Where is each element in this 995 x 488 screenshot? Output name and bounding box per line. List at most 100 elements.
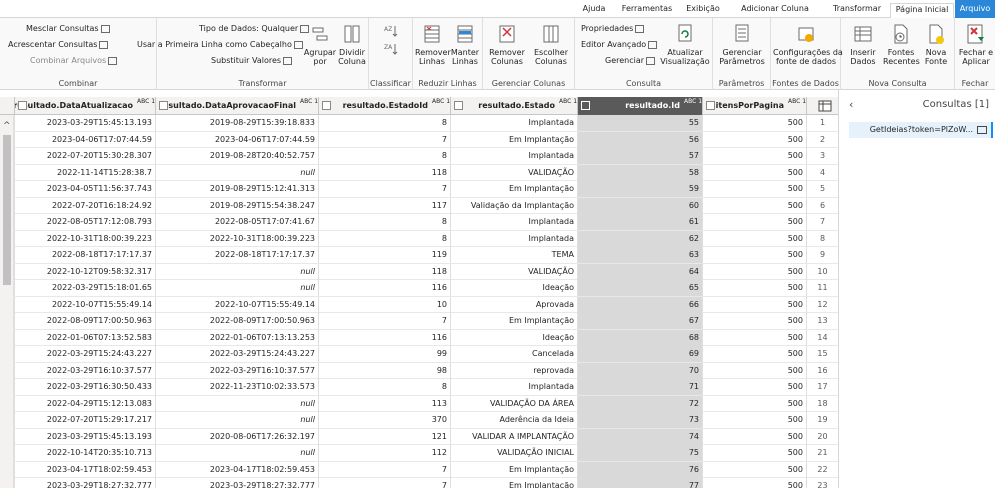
table-cell[interactable]: 117 [318, 197, 450, 214]
table-cell[interactable]: 2019-08-29T15:39:18.833 [155, 115, 318, 131]
table-cell[interactable]: 8 [318, 148, 450, 164]
column-header-resultado-estadoid[interactable]: ABC 123 resultado.EstadoId [318, 97, 450, 115]
table-cell[interactable]: 2023-04-06T17:07:44.59 [14, 131, 155, 148]
table-cell[interactable]: 60 [577, 197, 702, 214]
table-cell[interactable]: 67 [577, 313, 702, 329]
table-cell[interactable]: 500 [702, 346, 806, 362]
table-cell[interactable]: 8 [318, 214, 450, 230]
table-cell[interactable]: 500 [702, 131, 806, 148]
query-item[interactable]: GetIdeias?token=PlZoW... [849, 122, 993, 138]
table-cell[interactable]: 70 [577, 362, 702, 379]
table-cell[interactable]: 500 [702, 230, 806, 247]
table-cell[interactable]: 7 [318, 131, 450, 148]
table-cell[interactable]: null [155, 412, 318, 428]
sort-descending-button[interactable]: ZA [373, 42, 409, 58]
filter-dropdown-icon[interactable] [454, 101, 463, 110]
table-cell[interactable]: 77 [577, 478, 702, 488]
table-cell[interactable]: 119 [318, 247, 450, 263]
table-cell[interactable]: 113 [318, 395, 450, 412]
data-source-settings-button[interactable]: Configurações da fonte de dados [773, 22, 843, 66]
column-header-resultado-dataaprovacaofinal[interactable]: ABC 123 resultado.DataAprovacaoFinal [155, 97, 318, 115]
table-cell[interactable]: 2022-03-29T16:10:37.577 [155, 362, 318, 379]
tab-pagina-inicial[interactable]: Página Inicial [890, 3, 954, 19]
column-type-icon[interactable]: ABC 123 [137, 97, 155, 106]
table-cell[interactable]: 500 [702, 313, 806, 329]
column-type-icon[interactable]: ABC 123 [788, 97, 806, 106]
table-cell[interactable]: 2022-03-29T16:10:37.577 [14, 362, 155, 379]
keep-rows-button[interactable]: Manter Linhas [449, 22, 481, 66]
table-cell[interactable]: 2023-04-06T17:07:44.59 [155, 131, 318, 148]
table-cell[interactable]: 2022-01-06T07:13:52.583 [14, 329, 155, 346]
table-cell[interactable]: 10 [318, 296, 450, 313]
table-cell[interactable]: 2022-03-29T16:30:50.433 [14, 379, 155, 395]
table-cell[interactable]: 7 [318, 461, 450, 478]
table-cell[interactable]: 118 [318, 263, 450, 280]
column-header-resultado-estado[interactable]: ABC 123 resultado.Estado [450, 97, 577, 115]
table-cell[interactable]: 2022-04-29T15:12:13.083 [14, 395, 155, 412]
table-cell[interactable]: 2023-03-29T15:45:13.193 [14, 428, 155, 445]
column-header-resultado-id[interactable]: ABC 123 resultado.Id [577, 97, 702, 115]
table-cell[interactable]: Implantada [450, 115, 577, 131]
manage-parameters-button[interactable]: Gerenciar Parâmetros [715, 22, 769, 66]
table-cell[interactable]: 500 [702, 445, 806, 461]
table-cell[interactable]: 99 [318, 346, 450, 362]
table-cell[interactable]: 2022-07-20T15:29:17.217 [14, 412, 155, 428]
table-cell[interactable]: 2020-08-06T17:26:32.197 [155, 428, 318, 445]
table-cell[interactable]: 2022-03-29T15:24:43.227 [155, 346, 318, 362]
table-cell[interactable]: 116 [318, 280, 450, 296]
table-cell[interactable]: 2023-03-29T18:27:32.777 [14, 478, 155, 488]
table-cell[interactable]: Em Implantação [450, 181, 577, 197]
table-cell[interactable]: 2022-10-14T20:35:10.713 [14, 445, 155, 461]
table-cell[interactable]: 8 [318, 115, 450, 131]
table-cell[interactable]: 2023-03-29T15:45:13.193 [14, 115, 155, 131]
table-cell[interactable]: 56 [577, 131, 702, 148]
table-cell[interactable]: 2022-10-31T18:00:39.223 [155, 230, 318, 247]
table-cell[interactable]: 74 [577, 428, 702, 445]
table-cell[interactable]: VALIDAÇÃO DA ÁREA [450, 395, 577, 412]
table-cell[interactable]: 2022-08-18T17:17:17.37 [14, 247, 155, 263]
table-cell[interactable]: 2019-08-28T20:40:52.757 [155, 148, 318, 164]
table-cell[interactable]: 2022-01-06T07:13:13.253 [155, 329, 318, 346]
split-column-button[interactable]: Dividir Coluna [337, 22, 367, 66]
refresh-preview-button[interactable]: Atualizar Visualização [659, 22, 711, 66]
table-cell[interactable]: 500 [702, 115, 806, 131]
scroll-up-icon[interactable]: ^ [3, 121, 11, 131]
manage-query-button[interactable]: Gerenciar [605, 56, 656, 66]
table-cell[interactable]: 500 [702, 362, 806, 379]
table-cell[interactable]: 500 [702, 197, 806, 214]
table-cell[interactable]: 2022-08-05T17:12:08.793 [14, 214, 155, 230]
recent-sources-button[interactable]: Fontes Recentes [883, 22, 920, 66]
table-cell[interactable]: 500 [702, 214, 806, 230]
table-cell[interactable]: Ideação [450, 280, 577, 296]
table-menu-icon[interactable] [806, 97, 838, 115]
table-cell[interactable]: 8 [318, 230, 450, 247]
append-queries-button[interactable]: Acrescentar Consultas [8, 40, 109, 50]
table-cell[interactable]: Implantada [450, 148, 577, 164]
table-cell[interactable]: null [155, 395, 318, 412]
tab-adicionar-coluna[interactable]: Adicionar Coluna [728, 3, 822, 18]
new-source-button[interactable]: Nova Fonte [919, 22, 953, 66]
table-cell[interactable]: 2019-08-29T15:12:41.313 [155, 181, 318, 197]
table-cell[interactable]: 98 [318, 362, 450, 379]
table-cell[interactable]: 2022-11-23T10:02:33.573 [155, 379, 318, 395]
table-cell[interactable]: 500 [702, 148, 806, 164]
table-cell[interactable]: 121 [318, 428, 450, 445]
column-type-icon[interactable]: ABC 123 [432, 97, 450, 106]
table-cell[interactable]: 118 [318, 164, 450, 181]
advanced-editor-button[interactable]: Editor Avançado [581, 40, 658, 50]
table-cell[interactable]: 8 [318, 379, 450, 395]
table-cell[interactable]: 2022-08-18T17:17:17.37 [155, 247, 318, 263]
table-cell[interactable]: 7 [318, 478, 450, 488]
collapse-pane-icon[interactable]: ‹ [849, 98, 853, 111]
table-cell[interactable]: 2022-08-09T17:00:50.963 [14, 313, 155, 329]
close-apply-button[interactable]: Fechar e Aplicar [957, 22, 995, 66]
table-cell[interactable]: 2023-04-17T18:02:59.453 [155, 461, 318, 478]
table-cell[interactable]: 2022-10-12T09:58:32.317 [14, 263, 155, 280]
table-cell[interactable]: 500 [702, 181, 806, 197]
table-cell[interactable]: 500 [702, 478, 806, 488]
table-cell[interactable]: null [155, 263, 318, 280]
table-cell[interactable]: Em Implantação [450, 478, 577, 488]
table-cell[interactable]: 500 [702, 379, 806, 395]
table-cell[interactable]: 500 [702, 412, 806, 428]
table-cell[interactable]: 63 [577, 247, 702, 263]
